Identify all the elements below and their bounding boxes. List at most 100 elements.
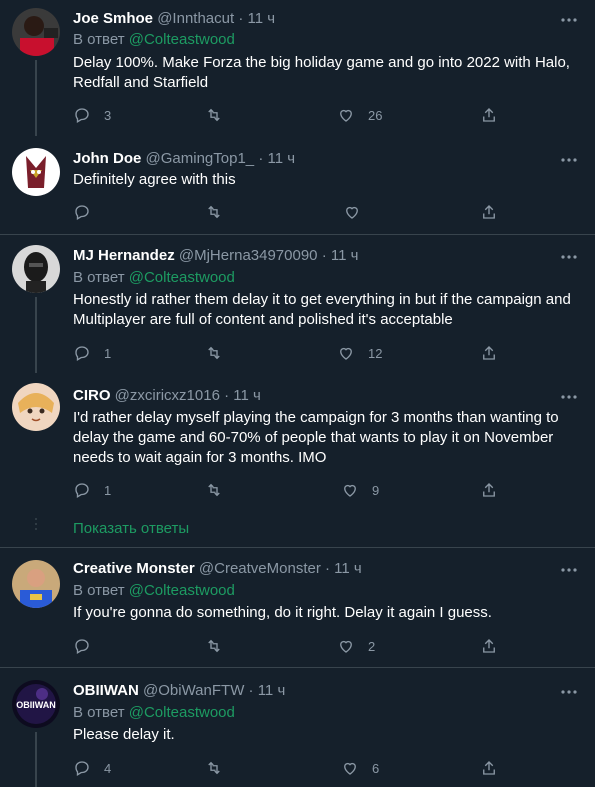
tweet-text: Please delay it. (73, 726, 175, 743)
user-handle[interactable]: @zxciricxz1016 (115, 387, 220, 404)
share-button[interactable] (480, 480, 498, 500)
avatar[interactable] (12, 148, 60, 196)
retweet-button[interactable] (205, 480, 236, 500)
separator-dot: · (224, 387, 230, 404)
like-button[interactable]: 6 (341, 758, 379, 778)
share-button[interactable] (480, 758, 498, 778)
timestamp[interactable]: 11 ч (248, 10, 276, 27)
display-name[interactable]: Joe Smhoe (73, 10, 153, 27)
timestamp[interactable]: 11 ч (233, 387, 261, 404)
avatar[interactable] (12, 8, 60, 56)
tweet[interactable]: OBIIWAN OBIIWAN @ObiWanFTW · 11 ч В отве… (0, 668, 595, 787)
tweet-header: John Doe @GamingTop1_ · 11 ч (73, 148, 295, 170)
tweet[interactable]: Joe Smhoe @Innthacut · 11 ч В ответ @Col… (0, 0, 595, 136)
display-name[interactable]: John Doe (73, 150, 141, 167)
thread-line (35, 732, 37, 787)
retweet-icon (208, 483, 220, 497)
timestamp[interactable]: 11 ч (331, 247, 359, 264)
separator-dot: · (248, 682, 254, 699)
more-options-icon[interactable] (559, 247, 579, 267)
tweet[interactable]: MJ Hernandez @MjHerna34970090 · 11 ч В о… (0, 235, 595, 373)
display-name[interactable]: Creative Monster (73, 560, 195, 577)
tweet-actions: 3 26 (73, 105, 513, 125)
tweet-actions (73, 202, 513, 222)
avatar-image (12, 245, 60, 293)
like-button[interactable]: 12 (337, 343, 382, 363)
retweet-button[interactable] (205, 636, 236, 656)
reply-button[interactable]: 3 (73, 105, 111, 125)
user-handle[interactable]: @MjHerna34970090 (179, 247, 318, 264)
reply-button[interactable]: 4 (73, 758, 111, 778)
user-handle[interactable]: @Innthacut (157, 10, 234, 27)
retweet-button[interactable] (205, 202, 236, 222)
like-count: 9 (372, 482, 380, 498)
mention-link[interactable]: @Colteastwood (129, 582, 235, 599)
like-count: 12 (368, 345, 383, 361)
avatar[interactable] (12, 560, 60, 608)
thread-dots (34, 518, 38, 533)
reply-context: В ответ @Colteastwood (73, 30, 235, 50)
tweet-actions: 1 9 (73, 480, 513, 500)
tweet[interactable]: CIRO @zxciricxz1016 · 11 ч I'd rather de… (0, 371, 595, 547)
heart-icon (340, 347, 352, 360)
avatar-image (12, 383, 60, 431)
tweet-header: OBIIWAN @ObiWanFTW · 11 ч (73, 680, 285, 702)
heart-icon (344, 762, 356, 775)
mention-link[interactable]: @Colteastwood (129, 704, 235, 721)
mention-link[interactable]: @Colteastwood (129, 269, 235, 286)
heart-icon (346, 206, 358, 219)
user-handle[interactable]: @ObiWanFTW (143, 682, 244, 699)
tweet[interactable]: John Doe @GamingTop1_ · 11 ч Definitely … (0, 134, 595, 234)
like-button[interactable]: 26 (337, 105, 382, 125)
display-name[interactable]: CIRO (73, 387, 111, 404)
mention-link[interactable]: @Colteastwood (129, 31, 235, 48)
avatar-image (12, 560, 60, 608)
heart-icon (340, 109, 352, 122)
avatar[interactable] (12, 383, 60, 431)
retweet-button[interactable] (205, 758, 236, 778)
tweet-header: Creative Monster @CreatveMonster · 11 ч (73, 558, 362, 580)
retweet-icon (208, 639, 220, 653)
tweet[interactable]: Creative Monster @CreatveMonster · 11 ч … (0, 548, 595, 667)
share-icon (483, 205, 495, 219)
tweet-actions: 2 (73, 636, 513, 656)
more-options-icon[interactable] (559, 10, 579, 30)
user-handle[interactable]: @CreatveMonster (199, 560, 321, 577)
show-replies-link[interactable]: Показать ответы (73, 520, 189, 537)
avatar[interactable]: OBIIWAN (12, 680, 60, 728)
reply-button[interactable]: 1 (73, 343, 111, 363)
tweet-actions: 4 6 (73, 758, 513, 778)
like-button[interactable]: 9 (341, 480, 379, 500)
reply-button[interactable] (73, 202, 104, 222)
display-name[interactable]: OBIIWAN (73, 682, 139, 699)
reply-icon (75, 108, 89, 123)
more-options-icon[interactable] (559, 682, 579, 702)
retweet-button[interactable] (205, 105, 236, 125)
timestamp[interactable]: 11 ч (258, 682, 286, 699)
avatar[interactable] (12, 245, 60, 293)
more-options-icon[interactable] (559, 560, 579, 580)
share-button[interactable] (480, 202, 498, 222)
tweet-text: Definitely agree with this (73, 171, 236, 188)
reply-context: В ответ @Colteastwood (73, 268, 235, 288)
reply-context: В ответ @Colteastwood (73, 703, 235, 723)
share-button[interactable] (480, 105, 498, 125)
reply-prefix: В ответ (73, 582, 125, 599)
reply-button[interactable] (73, 636, 104, 656)
timestamp[interactable]: 11 ч (334, 560, 362, 577)
share-button[interactable] (480, 343, 498, 363)
share-button[interactable] (480, 636, 498, 656)
like-button[interactable]: 2 (337, 636, 375, 656)
like-button[interactable] (343, 202, 374, 222)
more-options-icon[interactable] (559, 150, 579, 170)
display-name[interactable]: MJ Hernandez (73, 247, 175, 264)
tweet-header: Joe Smhoe @Innthacut · 11 ч (73, 8, 275, 30)
avatar-image (12, 148, 60, 196)
reply-count: 1 (104, 482, 112, 498)
timestamp[interactable]: 11 ч (267, 150, 295, 167)
reply-icon (75, 761, 89, 776)
retweet-button[interactable] (205, 343, 236, 363)
more-options-icon[interactable] (559, 387, 579, 407)
user-handle[interactable]: @GamingTop1_ (146, 150, 255, 167)
reply-button[interactable]: 1 (73, 480, 111, 500)
